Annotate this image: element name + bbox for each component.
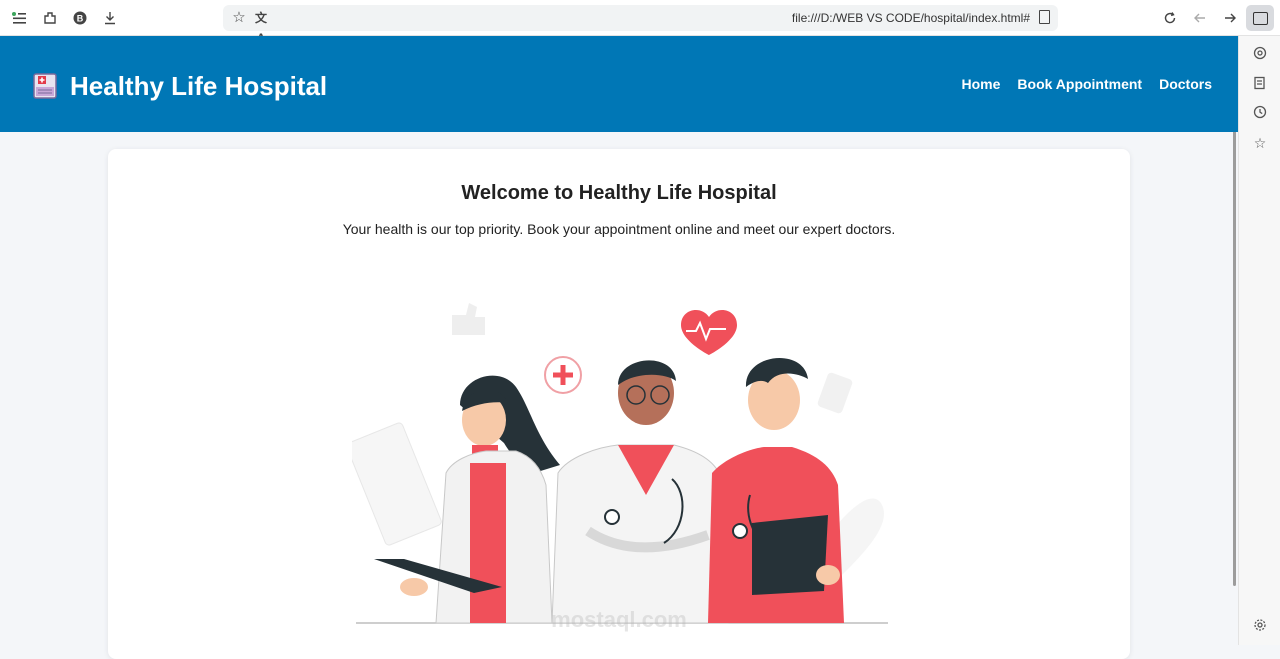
welcome-heading: Welcome to Healthy Life Hospital	[461, 182, 777, 204]
nav-book-appointment-link[interactable]: Book Appointment	[1017, 76, 1142, 92]
sidebar-toggle-icon[interactable]	[1246, 5, 1274, 31]
ai-assistant-icon[interactable]	[1251, 46, 1269, 64]
svg-text:B: B	[77, 14, 84, 24]
site-header: Healthy Life Hospital Home Book Appointm…	[0, 36, 1238, 132]
download-icon[interactable]	[100, 8, 120, 28]
url-text[interactable]: file:///D:/WEB VS CODE/hospital/index.ht…	[792, 11, 1030, 25]
nav-doctors-link[interactable]: Doctors	[1159, 76, 1212, 92]
page-info-icon[interactable]	[1039, 10, 1050, 24]
address-bar[interactable]: ☆ 文A file:///D:/WEB VS CODE/hospital/ind…	[223, 5, 1058, 45]
main-nav: Home Book Appointment Doctors	[962, 76, 1213, 92]
reload-icon[interactable]	[1160, 8, 1180, 28]
nav-home-link[interactable]: Home	[962, 76, 1001, 92]
bookmark-star-icon[interactable]: ☆	[229, 8, 249, 28]
watermark-text: mostaql.com	[551, 607, 687, 632]
site-title: Healthy Life Hospital	[70, 71, 328, 101]
hospital-logo-icon	[32, 72, 58, 100]
extensions-icon[interactable]	[40, 8, 60, 28]
menu-icon[interactable]	[9, 8, 29, 28]
settings-gear-icon[interactable]	[1251, 618, 1269, 636]
browser-toolbar: B ☆ 文A file:///D:/WEB VS CODE/hospital/i…	[0, 0, 1280, 45]
bookmarks-star-icon[interactable]: ☆	[1251, 134, 1269, 152]
history-clock-icon[interactable]	[1251, 105, 1269, 123]
brave-b-icon[interactable]: B	[70, 8, 90, 28]
forward-arrow-icon[interactable]	[1220, 8, 1240, 28]
doctors-illustration	[346, 295, 892, 627]
welcome-card: Welcome to Healthy Life Hospital Your he…	[108, 149, 1130, 659]
back-arrow-icon[interactable]	[1190, 8, 1210, 28]
welcome-intro: Your health is our top priority. Book yo…	[342, 221, 896, 237]
side-panel: ☆	[1238, 36, 1280, 645]
reading-list-icon[interactable]	[1251, 76, 1269, 94]
translate-icon[interactable]: 文A	[251, 8, 271, 45]
